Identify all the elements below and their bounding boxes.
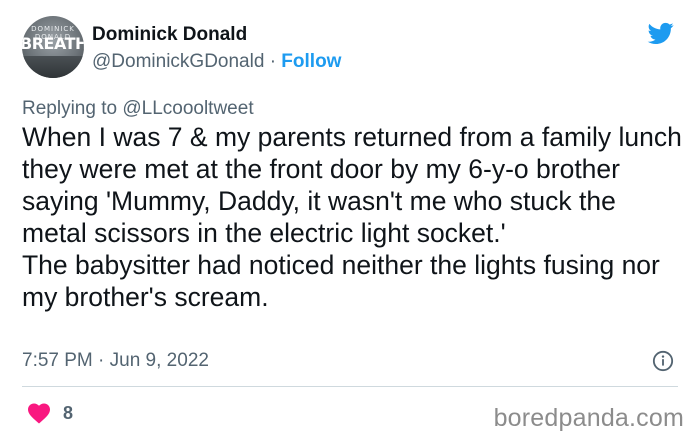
avatar-big-text: BREATHE bbox=[22, 34, 84, 53]
handle-separator: · bbox=[269, 51, 277, 72]
tweet-text: When I was 7 & my parents returned from … bbox=[22, 122, 682, 312]
twitter-bird-icon[interactable] bbox=[646, 20, 676, 46]
author-handle-row: @DominickGDonald · Follow bbox=[92, 51, 341, 73]
avatar[interactable]: DOMINICK DONALD BREATHE bbox=[22, 16, 84, 78]
info-icon[interactable] bbox=[652, 350, 674, 372]
tweet-card: DOMINICK DONALD BREATHE Dominick Donald … bbox=[0, 0, 700, 441]
replying-prefix: Replying to bbox=[22, 98, 118, 119]
author-handle[interactable]: @DominickGDonald bbox=[92, 51, 264, 72]
tweet-header: DOMINICK DONALD BREATHE Dominick Donald … bbox=[22, 16, 678, 78]
follow-button[interactable]: Follow bbox=[281, 51, 341, 72]
like-count: 8 bbox=[63, 403, 74, 423]
divider bbox=[22, 386, 678, 387]
author-block: Dominick Donald @DominickGDonald · Follo… bbox=[92, 24, 341, 73]
author-display-name[interactable]: Dominick Donald bbox=[92, 24, 341, 46]
tweet-timestamp[interactable]: 7:57 PM · Jun 9, 2022 bbox=[22, 350, 209, 372]
avatar-photo-strip bbox=[22, 56, 84, 78]
heart-icon[interactable] bbox=[27, 402, 51, 424]
watermark: boredpanda.com bbox=[493, 404, 684, 432]
reply-mention-link[interactable]: @LLcoooltweet bbox=[122, 98, 253, 119]
replying-to-line: Replying to @LLcoooltweet bbox=[22, 98, 254, 120]
